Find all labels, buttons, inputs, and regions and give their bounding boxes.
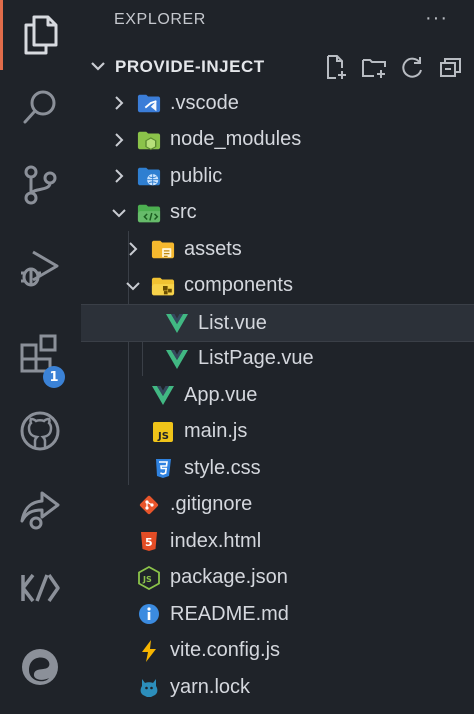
folder-row[interactable]: components (81, 268, 474, 304)
svg-text:JS: JS (157, 431, 169, 442)
tree-item-label: index.html (170, 529, 262, 552)
tree-item-label: List.vue (198, 311, 267, 334)
tree-item-label: components (184, 274, 293, 296)
file-row[interactable]: List.vue (81, 304, 474, 342)
vue-icon (165, 348, 189, 370)
tree-item-label: App.vue (184, 383, 258, 406)
tree-item-label: style.css (184, 456, 261, 479)
edge-icon[interactable] (0, 632, 80, 702)
folder-row[interactable]: public (81, 158, 474, 194)
info-icon (137, 603, 161, 625)
github-icon[interactable] (0, 396, 80, 466)
chevron-right-icon[interactable] (111, 95, 127, 111)
chevron-down-icon[interactable] (111, 205, 127, 221)
explorer-title: EXPLORER (114, 11, 206, 28)
collapse-all-icon[interactable] (436, 54, 466, 80)
file-row[interactable]: yarn.lock (81, 669, 474, 705)
explorer-icon[interactable] (0, 0, 80, 70)
refresh-icon[interactable] (398, 54, 428, 80)
more-actions-icon[interactable]: ··· (425, 8, 448, 28)
tree-item-label: yarn.lock (170, 675, 251, 698)
chevron-down-icon (89, 57, 107, 80)
tree-item-label: assets (184, 237, 242, 260)
file-row[interactable]: ListPage.vue (81, 341, 474, 377)
assets-folder-icon (151, 238, 175, 260)
vue-icon (151, 384, 175, 406)
file-row[interactable]: JS main.js (81, 414, 474, 450)
tree-item-label: README.md (170, 602, 289, 625)
tree-item-label: main.js (184, 420, 248, 442)
vscode-folder-icon (137, 92, 161, 114)
source-control-icon[interactable] (0, 150, 80, 220)
file-row[interactable]: JS package.json (81, 560, 474, 596)
chevron-down-icon[interactable] (125, 278, 141, 294)
vite-icon (137, 639, 161, 662)
file-row[interactable]: App.vue (81, 377, 474, 413)
css-icon (151, 457, 175, 479)
file-row[interactable]: 5 index.html (81, 523, 474, 559)
workspace-title: PROVIDE-INJECT (115, 57, 265, 76)
workspace-section-header[interactable]: PROVIDE-INJECT (81, 49, 474, 85)
node-folder-icon (137, 129, 161, 151)
src-folder-icon (137, 202, 161, 224)
tree-item-label: vite.config.js (170, 639, 281, 661)
chevron-right-icon[interactable] (111, 168, 127, 184)
tree-item-label: public (170, 164, 223, 187)
run-debug-icon[interactable] (0, 233, 80, 303)
search-icon[interactable] (0, 72, 80, 142)
tree-item-label: ListPage.vue (198, 347, 314, 369)
vue-icon (165, 312, 189, 334)
file-row[interactable]: style.css (81, 450, 474, 486)
public-folder-icon (137, 165, 161, 187)
html-icon: 5 (137, 530, 161, 552)
chevron-right-icon[interactable] (125, 241, 141, 257)
file-row[interactable]: vite.config.js (81, 633, 474, 669)
yarn-icon (137, 676, 161, 698)
explorer-sidebar: EXPLORER ··· PROVIDE-INJECT .vscode node_… (81, 0, 474, 714)
tree-item-label: src (170, 201, 197, 223)
nodejs-icon: JS (137, 565, 161, 590)
live-share-icon[interactable] (0, 475, 80, 545)
extensions-badge: 1 (43, 366, 65, 388)
code-icon[interactable] (0, 553, 80, 623)
extensions-icon[interactable]: 1 (0, 318, 80, 388)
svg-text:JS: JS (142, 575, 152, 584)
chevron-right-icon[interactable] (111, 132, 127, 148)
new-file-icon[interactable] (322, 54, 352, 80)
folder-row[interactable]: src (81, 195, 474, 231)
folder-row[interactable]: node_modules (81, 122, 474, 158)
tree-item-label: node_modules (170, 128, 302, 150)
js-icon: JS (151, 421, 175, 443)
activity-bar: 1 (0, 0, 82, 714)
file-row[interactable]: .gitignore (81, 487, 474, 523)
components-folder-icon (151, 275, 175, 297)
folder-row[interactable]: assets (81, 231, 474, 267)
git-icon (137, 494, 161, 516)
new-folder-icon[interactable] (360, 54, 390, 80)
folder-row[interactable]: .vscode (81, 85, 474, 121)
tree-item-label: package.json (170, 566, 288, 588)
svg-text:5: 5 (145, 536, 153, 549)
section-actions (322, 54, 466, 80)
file-row[interactable]: README.md (81, 596, 474, 632)
tree-item-label: .vscode (170, 91, 239, 114)
tree-item-label: .gitignore (170, 493, 253, 515)
